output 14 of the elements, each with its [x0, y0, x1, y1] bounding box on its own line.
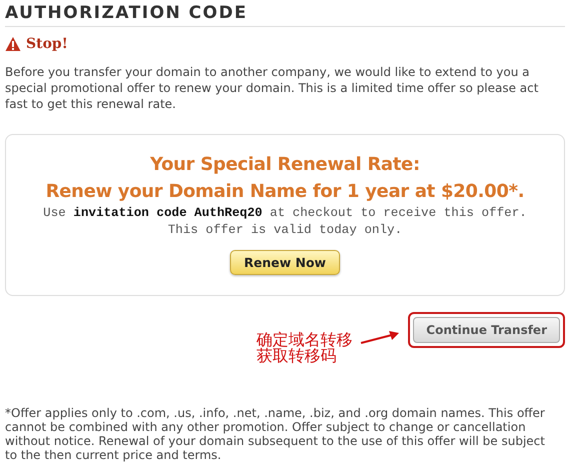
offer-detail: This offer is valid today only. [168, 222, 402, 239]
annotation-text: 确定域名转移 [256, 332, 352, 348]
renew-button[interactable]: Renew Now [230, 250, 340, 275]
offer-detail: Use invitation code AuthReq20 at checkout to receive this offer. [43, 205, 527, 222]
offer-headline: Renew your Domain Name for 1 year at $20.00*. [46, 180, 524, 204]
alert-title: Stop! [26, 36, 68, 52]
intro-text: Before you transfer your domain to another company, we would like to extend to you a special promotional offer to renew your domain. This is a limited time offer so please act fast to get this renewal rate. [5, 64, 540, 112]
arrow-icon [360, 330, 400, 346]
section-title: AUTHORIZATION CODE [5, 0, 565, 27]
annotation-text: 获取转移码 [256, 348, 336, 364]
warning-icon [5, 36, 21, 52]
footnote-text: *Offer applies only to .com, .us, .info, .net, .name, .biz, and .org domain names. This offer cannot be combined with any other promotion. Offer subject to change or cancellation without notice. Renewal of your domain subsequent to the use of this offer will be subject to the then current price and terms. [5, 406, 546, 462]
continue-transfer-button[interactable]: Continue Transfer [413, 317, 560, 343]
offer-headline: Your Special Renewal Rate: [150, 153, 420, 177]
